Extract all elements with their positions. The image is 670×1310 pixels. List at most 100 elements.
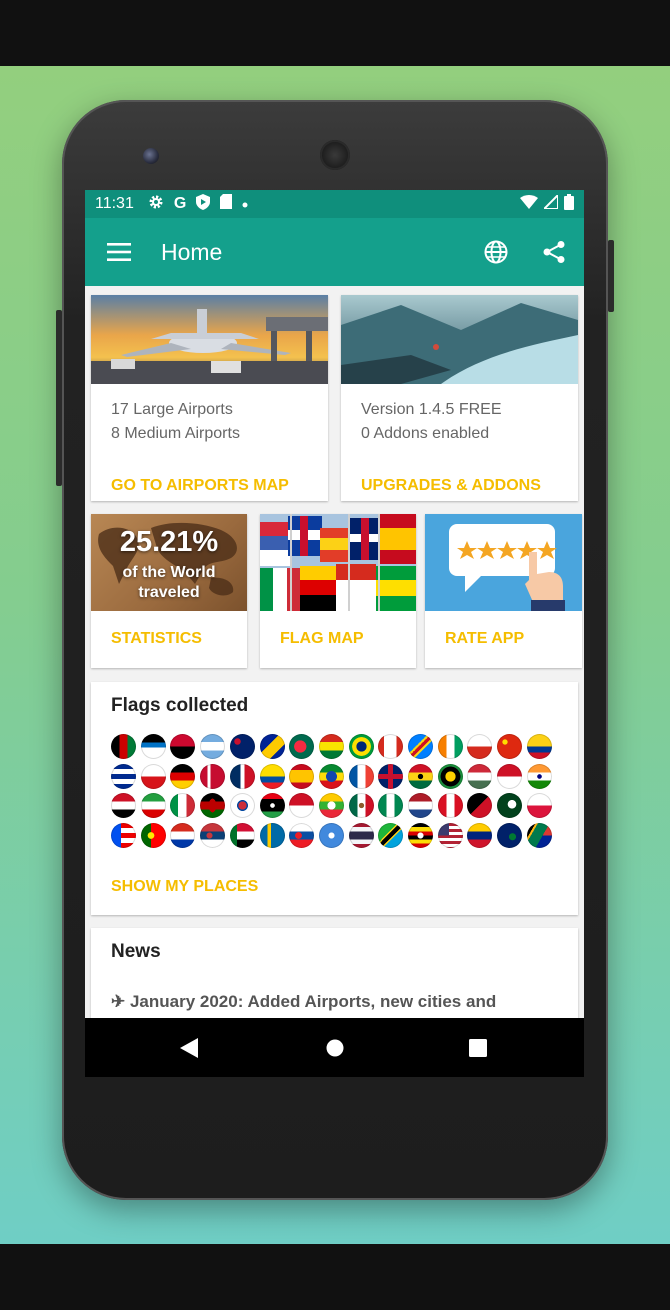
flag-icon — [111, 793, 136, 819]
world-map-image: 25.21% of the World traveled — [91, 514, 247, 611]
flag-icon — [200, 793, 226, 819]
globe-icon[interactable] — [484, 240, 508, 264]
flags-collected-title: Flags collected — [111, 695, 249, 716]
flag-icon — [140, 823, 166, 849]
flag-icon — [229, 763, 255, 789]
flag-icon — [140, 734, 166, 759]
gear-icon — [148, 194, 164, 215]
airports-card[interactable]: 17 Large Airports 8 Medium Airports GO T… — [91, 295, 328, 501]
google-icon: G — [173, 195, 187, 212]
flag-icon — [111, 763, 136, 789]
flag-icon — [378, 734, 404, 759]
app-bar: Home — [85, 218, 584, 286]
flag-icon — [437, 763, 463, 789]
volume-button — [56, 310, 62, 486]
flag-icon — [408, 734, 433, 759]
addons-enabled-text: 0 Addons enabled — [361, 425, 490, 442]
back-icon[interactable] — [169, 1018, 209, 1077]
flag-icon — [289, 734, 315, 759]
flag-icon — [378, 793, 404, 819]
recents-icon[interactable] — [458, 1018, 498, 1077]
version-text: Version 1.4.5 FREE — [361, 401, 502, 418]
flag-icon — [526, 734, 552, 759]
rate-app-card[interactable]: RATE APP — [425, 514, 582, 668]
flag-icon — [259, 793, 285, 819]
flag-icon — [497, 793, 523, 819]
status-bar: 11:31 G — [85, 190, 584, 218]
battery-icon — [564, 193, 574, 215]
flag-icon — [259, 823, 285, 849]
status-time: 11:31 — [95, 195, 134, 212]
flag-icon — [467, 793, 493, 819]
flag-icon — [229, 734, 255, 759]
medium-airports-count: 8 Medium Airports — [111, 425, 240, 442]
show-my-places-button[interactable]: SHOW MY PLACES — [111, 878, 258, 896]
menu-icon[interactable] — [107, 240, 131, 264]
landscape-image — [341, 295, 578, 384]
flag-icon — [289, 763, 315, 789]
flag-icon — [497, 823, 523, 849]
flag-icon — [526, 793, 552, 819]
signal-icon — [541, 192, 559, 214]
travel-caption-line1: of the World — [122, 564, 216, 581]
flag-map-card[interactable]: FLAG MAP — [260, 514, 416, 668]
flag-icon — [289, 823, 315, 849]
flag-icon — [318, 793, 344, 819]
shield-icon — [196, 193, 211, 215]
flag-icon — [497, 734, 523, 759]
rating-illustration — [425, 514, 582, 611]
flag-icon — [318, 763, 344, 789]
upgrades-and-addons-button[interactable]: UPGRADES & ADDONS — [361, 477, 541, 495]
large-airports-count: 17 Large Airports — [111, 401, 233, 418]
flag-icon — [526, 763, 552, 789]
share-icon[interactable] — [542, 240, 566, 264]
flag-icon — [318, 823, 344, 849]
wifi-icon — [520, 194, 538, 214]
go-to-airports-map-button[interactable]: GO TO AIRPORTS MAP — [111, 477, 289, 495]
flag-map-button[interactable]: FLAG MAP — [280, 630, 364, 648]
flags-collected-card: Flags collected SHOW MY PLACES — [91, 682, 578, 915]
flag-icon — [140, 763, 166, 789]
travel-percent: 25.21% — [119, 526, 219, 558]
flag-icon — [437, 823, 463, 849]
flag-icon — [259, 763, 285, 789]
flag-icon — [437, 793, 463, 819]
statistics-button[interactable]: STATISTICS — [111, 630, 202, 648]
flag-icon — [526, 823, 552, 849]
news-title: News — [111, 941, 161, 962]
flag-icon — [111, 734, 136, 759]
flag-icon — [497, 763, 523, 789]
home-icon[interactable] — [315, 1018, 355, 1077]
flag-icon — [408, 793, 433, 819]
power-button — [608, 240, 614, 312]
flag-icon — [140, 793, 166, 819]
flag-icon — [348, 823, 374, 849]
flag-icon — [437, 734, 463, 759]
sd-card-icon — [220, 194, 233, 214]
page-title: Home — [161, 238, 223, 265]
flag-icon — [200, 823, 226, 849]
navigation-bar — [85, 1018, 584, 1077]
rate-app-button[interactable]: RATE APP — [445, 630, 524, 648]
earpiece-speaker — [320, 140, 350, 170]
flags-image — [260, 514, 416, 611]
flag-icon — [170, 823, 196, 849]
news-item: ✈ January 2020: Added Airports, new citi… — [111, 992, 497, 1011]
flag-icon — [467, 763, 493, 789]
screen: 11:31 G Home 17 Large Airports 8 Medium … — [85, 190, 584, 1077]
flag-icon — [111, 823, 136, 849]
flag-icon — [378, 763, 404, 789]
upgrades-card[interactable]: Version 1.4.5 FREE 0 Addons enabled UPGR… — [341, 295, 578, 501]
flag-icon — [408, 823, 433, 849]
flag-icon — [259, 734, 285, 759]
flag-icon — [170, 734, 196, 759]
flag-icon — [467, 734, 493, 759]
travel-caption-line2: traveled — [138, 584, 200, 601]
flag-icon — [200, 734, 226, 759]
flag-icon — [289, 793, 315, 819]
flag-icon — [467, 823, 493, 849]
flag-icon — [348, 734, 374, 759]
statistics-card[interactable]: 25.21% of the World traveled STATISTICS — [91, 514, 247, 668]
flag-icon — [348, 763, 374, 789]
airport-image — [91, 295, 328, 384]
